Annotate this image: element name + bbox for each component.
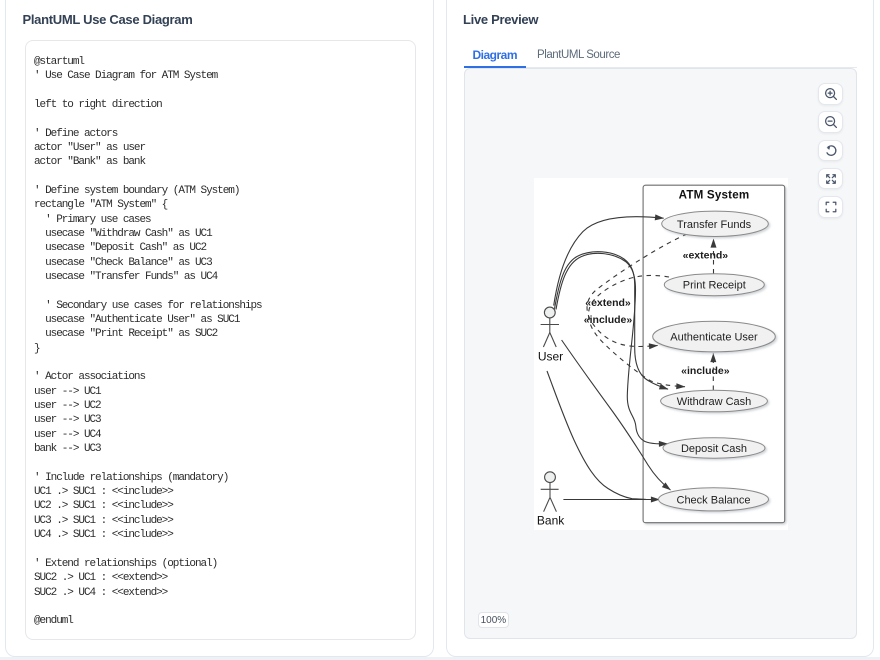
svg-text:Bank: Bank [537, 514, 565, 528]
svg-text:ATM System: ATM System [679, 188, 750, 201]
svg-text:Deposit Cash: Deposit Cash [681, 443, 747, 455]
svg-text:Check Balance: Check Balance [677, 494, 751, 506]
svg-text:«include»: «include» [584, 314, 633, 326]
svg-text:«include»: «include» [681, 365, 730, 377]
svg-text:Withdraw Cash: Withdraw Cash [677, 396, 752, 408]
svg-text:Transfer Funds: Transfer Funds [677, 219, 752, 231]
svg-text:Print Receipt: Print Receipt [683, 280, 746, 292]
svg-text:«extend»: «extend» [683, 250, 729, 262]
svg-text:User: User [538, 350, 563, 364]
svg-text:Authenticate User: Authenticate User [670, 332, 758, 344]
